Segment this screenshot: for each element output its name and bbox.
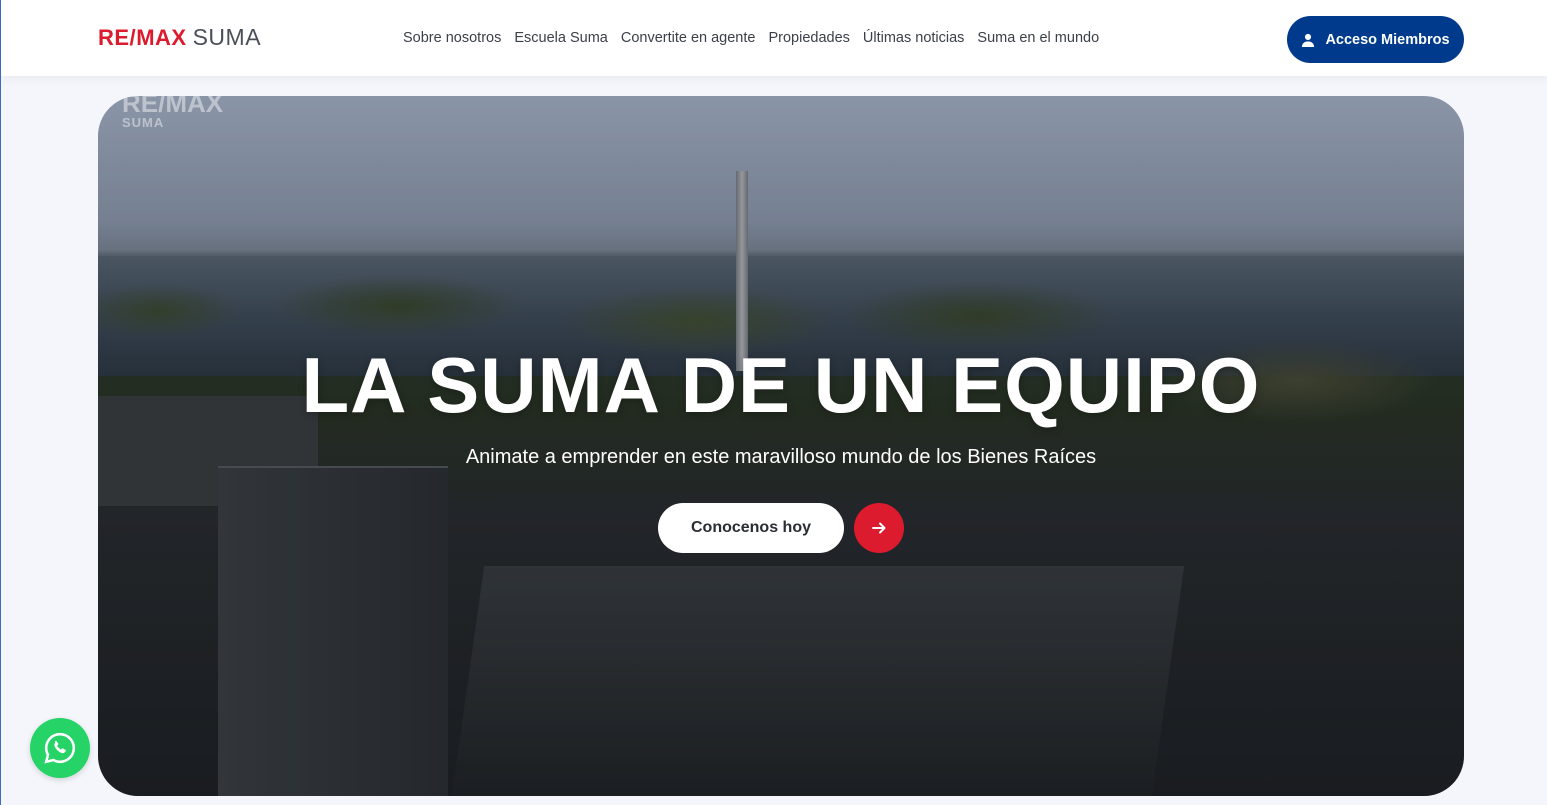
hero-title: LA SUMA DE UN EQUIPO [301, 341, 1261, 429]
hero-banner: RE/MAX SUMA LA SUMA DE UN EQUIPO Animate… [98, 96, 1464, 796]
nav-sobre-nosotros[interactable]: Sobre nosotros [403, 30, 501, 46]
member-access-button[interactable]: Acceso Miembros [1287, 16, 1464, 63]
whatsapp-icon [44, 732, 76, 764]
arrow-button[interactable] [854, 503, 904, 553]
site-header: RE/ MAX SUMA Sobre nosotros Escuela Suma… [1, 0, 1547, 76]
arrow-right-icon [872, 522, 886, 534]
user-icon [1302, 33, 1315, 47]
logo-suma: SUMA [192, 24, 262, 50]
video-watermark: RE/MAX SUMA [122, 96, 223, 129]
member-access-label: Acceso Miembros [1325, 31, 1450, 48]
whatsapp-button[interactable] [30, 718, 90, 778]
nav-propiedades[interactable]: Propiedades [768, 30, 849, 46]
hero-subtitle: Animate a emprender en este maravilloso … [465, 446, 1097, 468]
nav-convertite-en-agente[interactable]: Convertite en agente [621, 30, 756, 46]
nav-escuela-suma[interactable]: Escuela Suma [514, 30, 608, 46]
site-logo[interactable]: RE/ MAX SUMA [98, 24, 261, 52]
nav-ultimas-noticias[interactable]: Últimas noticias [863, 30, 965, 46]
logo-re: RE/ [98, 25, 137, 50]
nav-suma-en-el-mundo[interactable]: Suma en el mundo [977, 30, 1099, 46]
logo-max: MAX [136, 25, 187, 50]
conocenos-button[interactable]: Conocenos hoy [658, 503, 844, 553]
main-nav: Sobre nosotros Escuela Suma Convertite e… [403, 30, 1099, 46]
